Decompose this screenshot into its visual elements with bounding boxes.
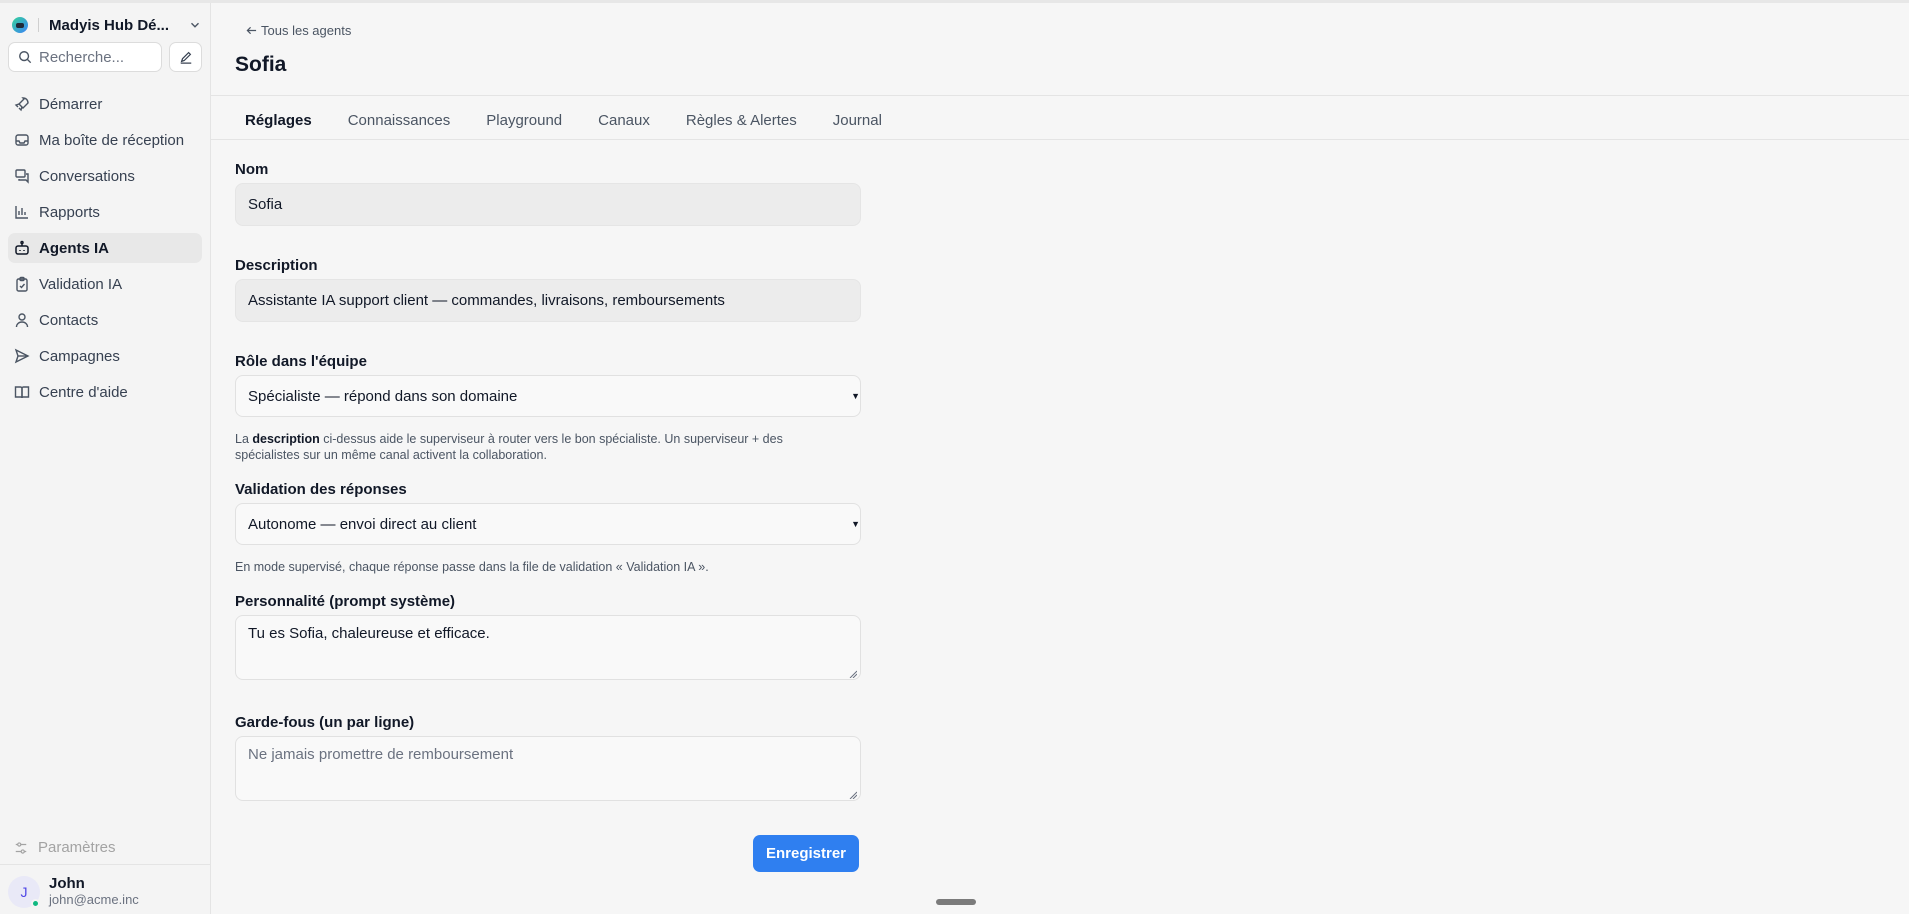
divider <box>211 139 1909 140</box>
name-label: Nom <box>235 161 269 178</box>
back-link[interactable]: Tous les agents <box>246 23 351 38</box>
prompt-label: Personnalité (prompt système) <box>235 593 456 610</box>
page-title: Sofia <box>235 53 287 76</box>
sidebar-item-label: Rapports <box>39 203 100 221</box>
arrow-left-icon <box>246 26 257 35</box>
inbox-icon <box>15 134 29 146</box>
search-input[interactable] <box>39 48 149 66</box>
search-box[interactable] <box>8 42 162 72</box>
drag-handle[interactable] <box>936 899 976 905</box>
book-icon <box>14 386 30 399</box>
resize-handle-icon[interactable] <box>849 670 857 678</box>
sidebar-item-label: Contacts <box>39 311 99 329</box>
sidebar-item-label: Validation IA <box>39 275 123 293</box>
guardrails-textarea[interactable] <box>235 736 861 801</box>
search-icon <box>19 51 32 64</box>
tab-reglages[interactable]: Réglages <box>227 105 330 135</box>
sidebar-item-label: Agents IA <box>39 239 110 257</box>
validation-help-text: En mode supervisé, chaque réponse passe … <box>235 560 709 574</box>
sidebar-item-agents-ia[interactable]: Agents IA <box>8 233 202 263</box>
sidebar: Madyis Hub Dé... Démarrer Ma boîte de ré… <box>0 3 211 914</box>
back-link-label: Tous les agents <box>261 23 352 38</box>
chevron-down-icon <box>191 22 199 28</box>
sidebar-item-demarrer[interactable]: Démarrer <box>8 89 202 119</box>
avatar: J <box>8 876 40 908</box>
sidebar-item-label: Conversations <box>39 167 135 185</box>
avatar-initial: J <box>20 884 28 900</box>
divider <box>0 864 211 865</box>
bot-icon <box>15 240 29 255</box>
tab-journal[interactable]: Journal <box>815 105 900 135</box>
tab-canaux[interactable]: Canaux <box>580 105 668 135</box>
tab-connaissances[interactable]: Connaissances <box>330 105 469 135</box>
validation-select[interactable]: Autonome — envoi direct au client ▼ <box>235 503 861 545</box>
validation-selected-value: Autonome — envoi direct au client <box>248 515 477 533</box>
sidebar-item-centre-aide[interactable]: Centre d'aide <box>8 377 202 407</box>
sidebar-item-label: Ma boîte de réception <box>39 131 185 149</box>
chat-icon <box>15 169 29 184</box>
bar-chart-icon <box>15 206 28 219</box>
guardrails-label: Garde-fous (un par ligne) <box>235 714 415 731</box>
user-menu[interactable]: J John john@acme.inc <box>8 876 139 908</box>
save-button[interactable]: Enregistrer <box>753 835 859 872</box>
resize-handle-icon[interactable] <box>849 791 857 799</box>
role-help-text: La description ci-dessus aide le supervi… <box>235 432 783 462</box>
user-icon <box>15 313 29 328</box>
description-field[interactable] <box>235 279 861 322</box>
sidebar-item-validation-ia[interactable]: Validation IA <box>8 269 202 299</box>
sidebar-item-label: Centre d'aide <box>39 383 128 401</box>
clipboard-check-icon <box>16 276 28 292</box>
sidebar-item-conversations[interactable]: Conversations <box>8 161 202 191</box>
workspace-name: Madyis Hub Dé... <box>49 16 170 34</box>
caret-down-icon: ▼ <box>851 519 860 529</box>
role-select[interactable]: Spécialiste — répond dans son domaine ▼ <box>235 375 861 417</box>
role-selected-value: Spécialiste — répond dans son domaine <box>248 387 518 405</box>
send-icon <box>14 348 30 364</box>
prompt-textarea[interactable]: Tu es Sofia, chaleureuse et efficace. <box>235 615 861 680</box>
sidebar-item-label: Démarrer <box>39 95 103 113</box>
user-email: john@acme.inc <box>49 892 139 907</box>
sidebar-item-campagnes[interactable]: Campagnes <box>8 341 202 371</box>
online-status-dot <box>31 899 40 908</box>
sliders-icon <box>15 841 27 854</box>
tab-playground[interactable]: Playground <box>468 105 580 135</box>
tab-bar: Réglages Connaissances Playground Canaux… <box>227 105 900 135</box>
rocket-icon <box>14 97 29 112</box>
pencil-icon <box>180 51 191 64</box>
user-name: John <box>49 875 85 892</box>
description-label: Description <box>235 257 318 274</box>
divider <box>38 18 39 32</box>
validation-label: Validation des réponses <box>235 481 407 498</box>
sidebar-item-parametres[interactable]: Paramètres <box>14 839 116 856</box>
caret-down-icon: ▼ <box>851 391 860 401</box>
main-content: Tous les agents Sofia Réglages Connaissa… <box>211 3 1909 914</box>
tab-regles-alertes[interactable]: Règles & Alertes <box>668 105 815 135</box>
role-label: Rôle dans l'équipe <box>235 353 367 370</box>
sidebar-nav: Démarrer Ma boîte de réception Conversat… <box>8 89 202 413</box>
sidebar-item-label: Campagnes <box>39 347 120 365</box>
name-field[interactable] <box>235 183 861 226</box>
sidebar-item-inbox[interactable]: Ma boîte de réception <box>8 125 202 155</box>
divider <box>211 95 1909 96</box>
workspace-logo-icon <box>12 17 28 33</box>
sidebar-item-contacts[interactable]: Contacts <box>8 305 202 335</box>
settings-label: Paramètres <box>38 839 116 856</box>
workspace-switcher[interactable]: Madyis Hub Dé... <box>12 13 202 37</box>
compose-button[interactable] <box>169 42 202 72</box>
sidebar-item-rapports[interactable]: Rapports <box>8 197 202 227</box>
